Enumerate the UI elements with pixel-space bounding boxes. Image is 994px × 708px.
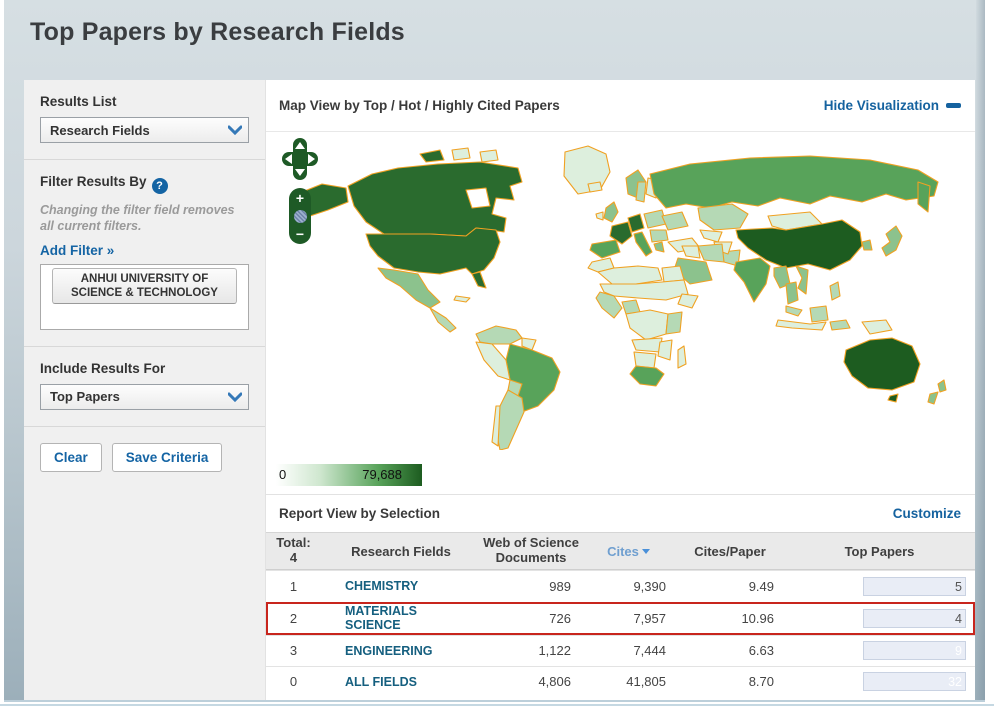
include-results-label: Include Results For bbox=[40, 360, 166, 376]
column-header-top-papers: Top Papers bbox=[844, 543, 915, 559]
sort-desc-icon bbox=[641, 548, 650, 554]
results-list-value: Research Fields bbox=[50, 122, 150, 138]
top-papers-count: 9 bbox=[955, 644, 962, 659]
panel-right-shadow bbox=[976, 0, 985, 700]
docs-value: 989 bbox=[549, 578, 571, 594]
table-row-highlighted: 2 MATERIALS SCIENCE 726 7,957 10.96 4 bbox=[266, 601, 975, 635]
content-panels: Results List Research Fields Filter Resu… bbox=[24, 80, 975, 700]
row-rank: 1 bbox=[289, 578, 298, 594]
cites-value: 41,805 bbox=[626, 674, 666, 690]
column-header-cites-paper: Cites/Paper bbox=[694, 543, 766, 559]
field-link-all-fields[interactable]: ALL FIELDS bbox=[345, 675, 417, 689]
map-controls: + − bbox=[282, 138, 320, 244]
top-papers-bar: 9 bbox=[863, 641, 966, 661]
legend-min-value: 0 bbox=[279, 467, 287, 482]
top-papers-bar: 5 bbox=[863, 576, 966, 596]
map-title: Map View by Top / Hot / Highly Cited Pap… bbox=[279, 98, 560, 113]
zoom-in-button[interactable]: + bbox=[296, 191, 304, 205]
cites-value: 9,390 bbox=[633, 578, 666, 594]
esi-top-papers-page: Top Papers by Research Fields Results Li… bbox=[0, 0, 994, 708]
map-zoom-control: + − bbox=[289, 188, 311, 244]
collapse-minus-icon bbox=[946, 103, 961, 108]
results-list-label: Results List bbox=[40, 94, 117, 109]
docs-value: 4,806 bbox=[538, 674, 571, 690]
docs-value: 1,122 bbox=[538, 643, 571, 659]
field-link-chemistry[interactable]: CHEMISTRY bbox=[345, 579, 418, 593]
pan-down-icon[interactable] bbox=[295, 169, 305, 176]
top-papers-bar: 32 bbox=[863, 672, 966, 692]
page-title: Top Papers by Research Fields bbox=[30, 18, 405, 46]
pan-left-icon[interactable] bbox=[285, 154, 292, 164]
report-title: Report View by Selection bbox=[279, 506, 441, 521]
cites-per-paper-value: 10.96 bbox=[741, 610, 774, 626]
cites-per-paper-value: 8.70 bbox=[748, 674, 774, 690]
row-rank: 2 bbox=[289, 610, 298, 626]
save-criteria-button[interactable]: Save Criteria bbox=[111, 442, 223, 472]
clear-button[interactable]: Clear bbox=[40, 442, 102, 472]
row-rank: 3 bbox=[289, 643, 298, 659]
docs-value: 726 bbox=[549, 610, 571, 626]
table-row: 0 ALL FIELDS 4,806 41,805 8.70 32 bbox=[266, 665, 975, 697]
globe-icon[interactable] bbox=[293, 209, 307, 223]
row-rank: 0 bbox=[289, 674, 298, 690]
report-header: Report View by Selection Customize bbox=[266, 494, 975, 532]
pan-up-icon[interactable] bbox=[295, 142, 305, 149]
map-header: Map View by Top / Hot / Highly Cited Pap… bbox=[266, 80, 975, 132]
top-papers-count: 32 bbox=[948, 675, 962, 690]
filter-note: Changing the filter field removes all cu… bbox=[40, 203, 235, 234]
top-papers-count: 4 bbox=[955, 611, 962, 626]
cites-value: 7,444 bbox=[633, 643, 666, 659]
top-papers-count: 5 bbox=[955, 579, 962, 594]
table-row: 1 CHEMISTRY 989 9,390 9.49 5 bbox=[266, 570, 975, 601]
total-count-header: Total: 4 bbox=[276, 535, 311, 565]
cites-per-paper-value: 6.63 bbox=[748, 643, 774, 659]
include-results-value: Top Papers bbox=[50, 389, 120, 404]
page-bottom-border bbox=[0, 704, 994, 708]
column-header-cites-sort[interactable]: Cites bbox=[581, 544, 676, 559]
results-list-select[interactable]: Research Fields bbox=[40, 117, 249, 143]
active-filter-list: ANHUI UNIVERSITY OF SCIENCE & TECHNOLOGY bbox=[40, 263, 249, 330]
world-map[interactable]: + − 0 79,688 bbox=[266, 132, 975, 494]
filter-section: Filter Results By? Changing the filter f… bbox=[24, 160, 265, 347]
sidebar-actions: Clear Save Criteria bbox=[24, 427, 265, 488]
top-papers-bar: 4 bbox=[863, 608, 966, 628]
filter-heading: Filter Results By? bbox=[40, 174, 249, 194]
field-link-engineering[interactable]: ENGINEERING bbox=[345, 644, 433, 658]
choropleth-map-svg bbox=[291, 145, 947, 450]
help-icon[interactable]: ? bbox=[151, 178, 168, 194]
page-background: Top Papers by Research Fields Results Li… bbox=[4, 0, 985, 702]
sidebar: Results List Research Fields Filter Resu… bbox=[24, 80, 266, 700]
chevron-down-icon bbox=[228, 125, 242, 135]
main-panel: Map View by Top / Hot / Highly Cited Pap… bbox=[266, 80, 975, 700]
column-header-research-fields: Research Fields bbox=[351, 543, 451, 559]
map-pan-control[interactable] bbox=[282, 138, 318, 180]
include-results-select[interactable]: Top Papers bbox=[40, 383, 249, 410]
table-header-row: Total: 4 Research Fields Web of Science … bbox=[266, 532, 975, 570]
include-results-section: Include Results For Top Papers bbox=[24, 347, 265, 427]
pan-right-icon[interactable] bbox=[308, 154, 315, 164]
column-header-documents: Web of Science Documents bbox=[483, 535, 579, 565]
field-link-materials-science[interactable]: MATERIALS SCIENCE bbox=[345, 604, 445, 633]
cites-per-paper-value: 9.49 bbox=[748, 578, 774, 594]
zoom-out-button[interactable]: − bbox=[296, 227, 304, 241]
legend-max-value: 79,688 bbox=[362, 467, 402, 482]
cites-value: 7,957 bbox=[633, 610, 666, 626]
report-table: Total: 4 Research Fields Web of Science … bbox=[266, 532, 975, 697]
customize-link[interactable]: Customize bbox=[893, 506, 961, 521]
results-list-section: Results List Research Fields bbox=[24, 80, 265, 160]
chevron-down-icon bbox=[228, 392, 242, 402]
filter-chip-institution[interactable]: ANHUI UNIVERSITY OF SCIENCE & TECHNOLOGY bbox=[52, 267, 237, 305]
add-filter-link[interactable]: Add Filter » bbox=[40, 243, 114, 258]
map-legend-gradient: 0 79,688 bbox=[276, 464, 422, 486]
hide-visualization-link[interactable]: Hide Visualization bbox=[824, 98, 961, 113]
table-row: 3 ENGINEERING 1,122 7,444 6.63 9 bbox=[266, 634, 975, 666]
